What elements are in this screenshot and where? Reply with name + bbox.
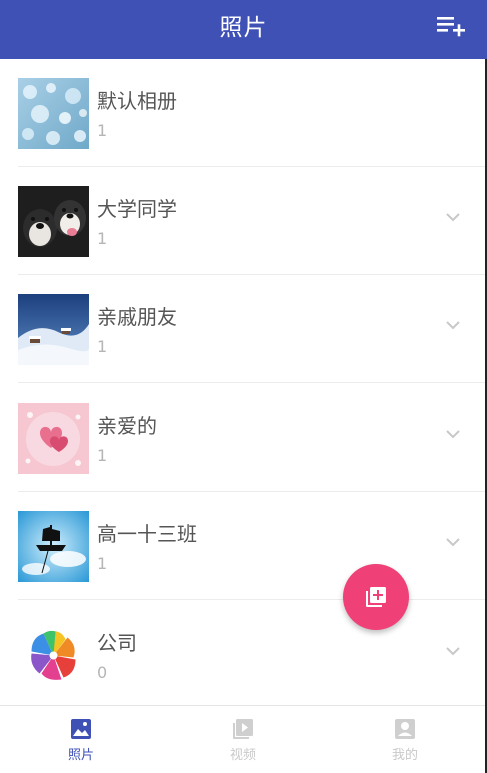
nav-label: 照片	[67, 748, 94, 763]
nav-label: 视频	[229, 748, 256, 763]
album-name: 亲爱的	[97, 414, 157, 438]
album-count: 1	[97, 554, 108, 573]
album-count: 1	[97, 337, 108, 356]
album-name: 默认相册	[97, 89, 177, 113]
album-item-relatives[interactable]: 亲戚朋友 1	[0, 275, 487, 383]
album-name: 大学同学	[97, 197, 177, 221]
dogs-photo	[18, 186, 89, 257]
account-icon	[395, 719, 415, 739]
album-thumbnail	[18, 620, 89, 691]
chevron-down-icon[interactable]	[445, 319, 461, 331]
album-item-class-13[interactable]: 高一十三班 1	[0, 492, 487, 600]
album-count: 0	[97, 663, 108, 682]
divider	[18, 599, 487, 600]
add-to-list-icon	[437, 17, 465, 37]
chevron-down-icon[interactable]	[445, 211, 461, 223]
add-album-button[interactable]	[435, 12, 469, 42]
album-thumbnail	[18, 78, 89, 149]
photo-icon	[71, 719, 91, 739]
album-item-company[interactable]: 公司 0	[0, 601, 487, 705]
album-count: 1	[97, 121, 108, 140]
add-photo-fab[interactable]	[343, 564, 409, 630]
video-icon	[233, 719, 253, 739]
album-item-classmates[interactable]: 大学同学 1	[0, 167, 487, 275]
pinwheel-logo	[18, 620, 89, 691]
nav-item-photos[interactable]: 照片	[0, 706, 162, 773]
nav-item-videos[interactable]: 视频	[162, 706, 324, 773]
pink-hearts-photo	[18, 403, 89, 474]
divider	[18, 382, 487, 383]
album-count: 1	[97, 446, 108, 465]
screen: 照片 默认相册 1 大学同学 1 亲戚朋友 1 亲爱的 1 高一十三班 1 公司…	[0, 0, 487, 773]
album-list: 默认相册 1 大学同学 1 亲戚朋友 1 亲爱的 1 高一十三班 1 公司 0	[0, 59, 487, 705]
album-thumbnail	[18, 294, 89, 365]
album-name: 公司	[97, 631, 137, 655]
album-thumbnail	[18, 511, 89, 582]
album-thumbnail	[18, 186, 89, 257]
album-thumbnail	[18, 403, 89, 474]
album-item-beloved[interactable]: 亲爱的 1	[0, 384, 487, 492]
album-name: 高一十三班	[97, 522, 197, 546]
add-photo-library-icon	[366, 587, 386, 607]
snow-landscape-photo	[18, 294, 89, 365]
album-name: 亲戚朋友	[97, 305, 177, 329]
nav-label: 我的	[391, 748, 418, 763]
bottom-navigation: 照片 视频 我的	[0, 705, 487, 773]
album-item-default[interactable]: 默认相册 1	[0, 59, 487, 167]
page-title: 照片	[219, 15, 268, 41]
album-count: 1	[97, 229, 108, 248]
chevron-down-icon[interactable]	[445, 645, 461, 657]
chevron-down-icon[interactable]	[445, 536, 461, 548]
bubbles-photo	[18, 78, 89, 149]
pirate-ship-sky-photo	[18, 511, 89, 582]
nav-item-me[interactable]: 我的	[324, 706, 486, 773]
app-bar: 照片	[0, 0, 487, 59]
chevron-down-icon[interactable]	[445, 428, 461, 440]
